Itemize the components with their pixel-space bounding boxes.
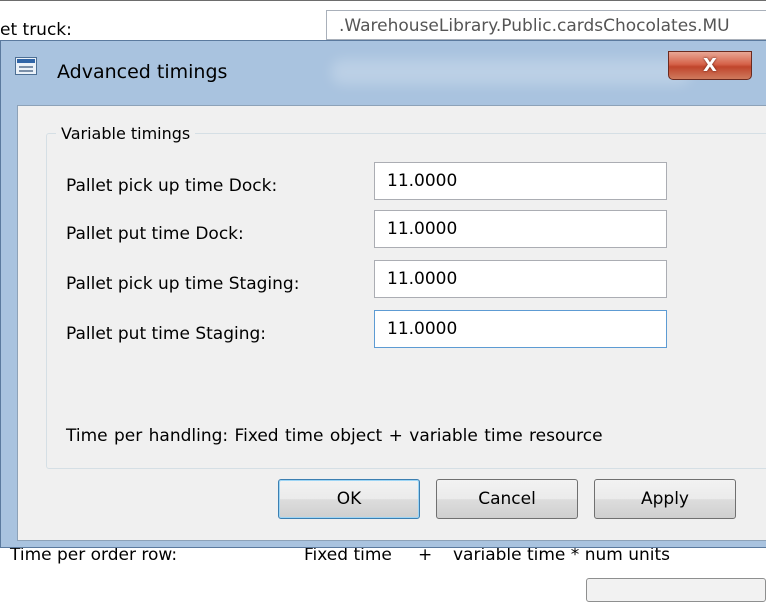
background-field-label: et truck: xyxy=(0,20,72,40)
pallet-pickup-staging-label: Pallet pick up time Staging: xyxy=(66,274,300,294)
pallet-put-dock-input[interactable] xyxy=(374,210,667,248)
close-icon: X xyxy=(703,55,717,76)
close-button[interactable]: X xyxy=(668,51,752,80)
pallet-put-dock-label: Pallet put time Dock: xyxy=(66,224,244,244)
ok-button[interactable]: OK xyxy=(278,479,420,519)
pallet-pickup-dock-input[interactable] xyxy=(374,162,667,200)
pallet-pickup-staging-input[interactable] xyxy=(374,260,667,298)
dialog-client-area: Variable timings Pallet pick up time Doc… xyxy=(17,105,766,541)
time-per-handling-info: Time per handling: Fixed time object + v… xyxy=(66,426,603,446)
group-title: Variable timings xyxy=(56,124,196,143)
dialog-title: Advanced timings xyxy=(57,61,228,83)
pallet-pickup-dock-label: Pallet pick up time Dock: xyxy=(66,176,278,196)
cancel-button[interactable]: Cancel xyxy=(436,479,578,519)
background-window-border xyxy=(0,0,766,1)
background-plus-label: + xyxy=(418,545,433,565)
advanced-timings-dialog: Advanced timings X Variable timings Pall… xyxy=(0,40,766,548)
background-class-field[interactable]: .WarehouseLibrary.Public.cardsChocolates… xyxy=(326,10,766,40)
title-bar-glow xyxy=(331,59,691,85)
pallet-put-staging-label: Pallet put time Staging: xyxy=(66,324,267,344)
apply-button[interactable]: Apply xyxy=(594,479,736,519)
background-button[interactable] xyxy=(586,578,766,602)
background-variable-time-label: variable time * num units xyxy=(453,545,671,565)
background-fixed-time-label: Fixed time xyxy=(304,545,392,565)
pallet-put-staging-input[interactable] xyxy=(374,310,667,348)
background-order-row-label: Time per order row: xyxy=(10,545,178,565)
window-icon xyxy=(15,57,37,75)
